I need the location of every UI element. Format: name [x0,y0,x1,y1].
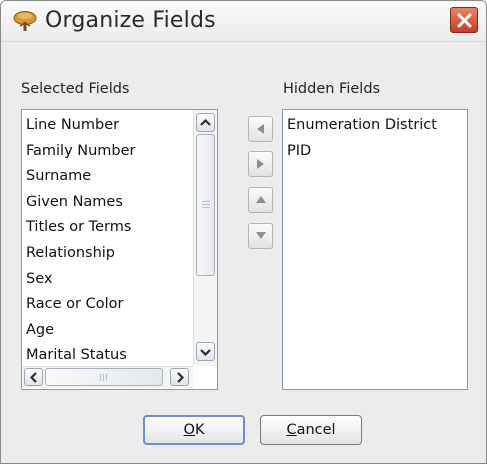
vertical-scroll-thumb[interactable] [196,134,215,276]
list-item[interactable]: PID [283,139,467,165]
list-item[interactable]: Age [22,318,193,344]
tree-app-icon [13,10,37,32]
list-item[interactable]: Race or Color [22,292,193,318]
selected-fields-items: Line Number Family Number Surname Given … [22,113,193,369]
close-icon [457,13,472,28]
title-bar[interactable]: Organize Fields [1,1,486,42]
move-down-button[interactable] [248,223,273,249]
arrow-down-icon [256,232,266,239]
cancel-label: ancel [296,422,336,438]
vertical-scrollbar[interactable] [193,110,217,366]
move-right-button[interactable] [248,151,273,177]
arrow-up-icon [256,196,266,203]
chevron-left-icon [30,372,37,383]
horizontal-scroll-thumb[interactable] [45,368,163,386]
selected-fields-label: Selected Fields [21,81,130,97]
chevron-down-icon [200,349,211,356]
organize-fields-dialog: Organize Fields Selected Fields Hidden F… [0,0,487,464]
scroll-right-button[interactable] [170,368,189,386]
move-left-button[interactable] [248,116,273,142]
chevron-up-icon [200,119,211,126]
list-item[interactable]: Line Number [22,113,193,139]
hidden-fields-list[interactable]: Enumeration District PID [282,109,468,390]
list-item[interactable]: Enumeration District [283,113,467,139]
list-item[interactable]: Family Number [22,139,193,165]
chevron-right-icon [177,372,184,383]
hidden-fields-label: Hidden Fields [283,81,381,97]
ok-label: K [194,422,205,438]
scroll-left-button[interactable] [24,368,43,386]
horizontal-scrollbar[interactable] [22,366,193,388]
list-item[interactable]: Given Names [22,190,193,216]
window-title: Organize Fields [45,8,216,33]
arrow-left-icon [257,124,264,134]
list-item[interactable]: Surname [22,164,193,190]
list-item[interactable]: Titles or Terms [22,215,193,241]
move-up-button[interactable] [248,187,273,213]
ok-button[interactable]: OK [143,415,245,445]
ok-mnemonic: O [183,422,195,438]
list-item[interactable]: Relationship [22,241,193,267]
arrow-right-icon [257,159,264,169]
list-item[interactable]: Sex [22,267,193,293]
cancel-button[interactable]: Cancel [260,415,362,445]
scroll-up-button[interactable] [196,113,215,132]
scroll-down-button[interactable] [196,342,215,361]
close-button[interactable] [450,7,478,33]
selected-fields-list[interactable]: Line Number Family Number Surname Given … [21,109,218,390]
cancel-mnemonic: C [286,422,297,438]
hidden-fields-items: Enumeration District PID [283,113,467,164]
